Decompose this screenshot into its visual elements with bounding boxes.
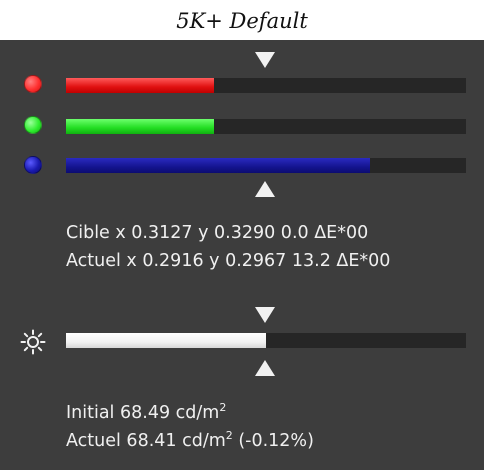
actual-chromaticity-text: Actuel x 0.2916 y 0.2967 13.2 ΔE*00 <box>66 251 391 271</box>
initial-luminance-text: Initial 68.49 cd/m2 <box>66 397 226 424</box>
luminance-target-marker-bottom-icon <box>255 360 275 376</box>
luminance-target-marker-top-icon <box>255 307 275 323</box>
green-channel-fill <box>66 119 214 134</box>
blue-channel-fill <box>66 158 370 173</box>
initial-luminance-unit-exponent: 2 <box>219 401 227 414</box>
rgb-target-marker-bottom-icon <box>255 181 275 197</box>
green-dot-icon <box>24 116 42 134</box>
green-channel-bar <box>66 119 466 134</box>
luminance-fill <box>66 333 266 348</box>
actual-luminance-delta: (-0.12%) <box>232 430 314 451</box>
calibration-panel: Cible x 0.3127 y 0.3290 0.0 ΔE*00 Actuel… <box>0 40 484 470</box>
target-chromaticity-text: Cible x 0.3127 y 0.3290 0.0 ΔE*00 <box>66 223 369 243</box>
blue-channel-bar <box>66 158 466 173</box>
red-channel-fill <box>66 78 214 93</box>
luminance-bar <box>66 333 466 348</box>
red-channel-bar <box>66 78 466 93</box>
red-dot-icon <box>24 75 42 93</box>
actual-luminance-unit-exponent: 2 <box>225 429 233 442</box>
rgb-target-marker-top-icon <box>255 52 275 68</box>
window-title: 5K+ Default <box>176 9 308 33</box>
actual-luminance-value: Actuel 68.41 cd/m <box>66 430 226 451</box>
actual-luminance-text: Actuel 68.41 cd/m2 (-0.12%) <box>66 425 314 452</box>
blue-dot-icon <box>24 156 42 174</box>
initial-luminance-value: Initial 68.49 cd/m <box>66 402 220 423</box>
sun-icon <box>20 329 46 355</box>
